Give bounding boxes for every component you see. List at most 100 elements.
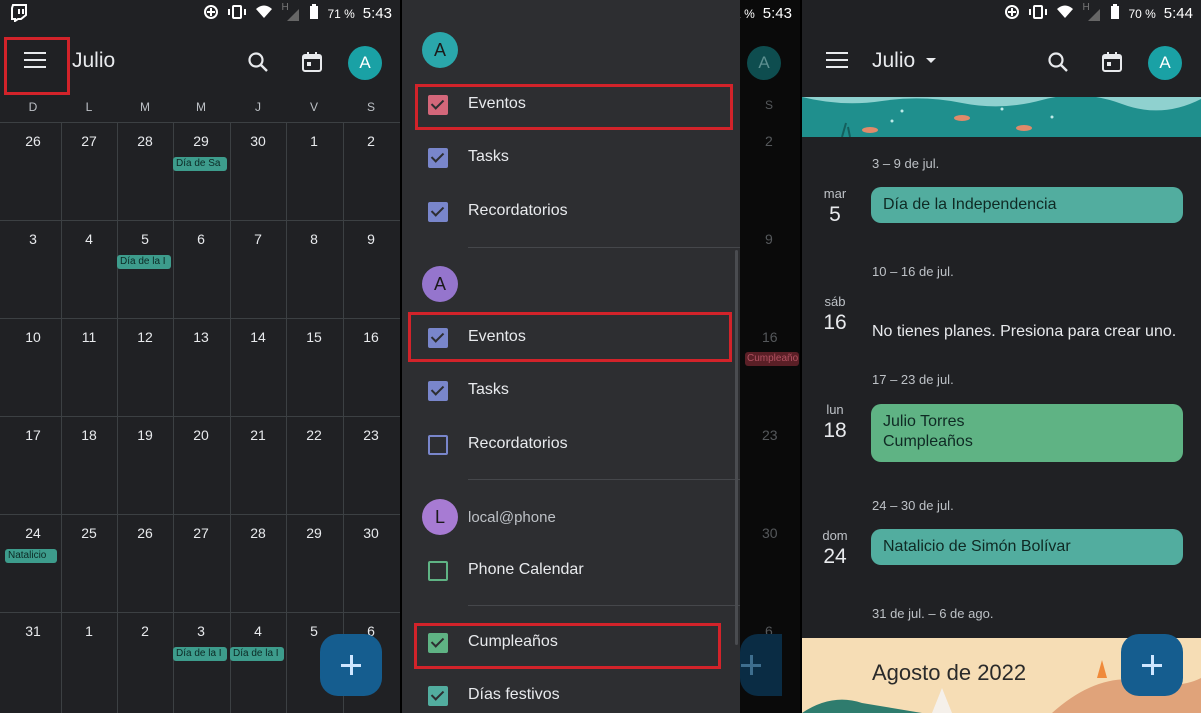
day-cell[interactable]: 11 [61, 329, 117, 345]
day-cell[interactable]: 29 [286, 525, 342, 541]
day-cell[interactable]: 22 [286, 427, 342, 443]
day-cell[interactable]: 26 [5, 133, 61, 149]
day-cell[interactable]: 17 [5, 427, 61, 443]
event-chip[interactable]: Día de la I [230, 647, 284, 661]
event-card[interactable]: Día de la Independencia [871, 187, 1183, 223]
day-cell[interactable]: 4 [61, 231, 117, 247]
day-cell[interactable]: 27 [173, 525, 229, 541]
no-plans-prompt[interactable]: No tienes planes. Presiona para crear un… [872, 323, 1176, 341]
account-avatar[interactable]: A [1148, 46, 1182, 80]
search-icon[interactable] [247, 51, 269, 73]
day-cell[interactable]: 6 [173, 231, 229, 247]
account-avatar[interactable]: L [422, 499, 458, 535]
day-cell[interactable]: 14 [230, 329, 286, 345]
event-card[interactable]: Natalicio de Simón Bolívar [871, 529, 1183, 565]
day-label[interactable]: lun 18 [812, 402, 858, 443]
checkbox[interactable] [428, 202, 448, 222]
day-label[interactable]: mar 5 [812, 186, 858, 227]
event-chip[interactable]: Día de la I [173, 647, 227, 661]
day-cell[interactable]: 24 [5, 525, 61, 541]
checkbox[interactable] [428, 148, 448, 168]
day-cell[interactable]: 2 [343, 133, 399, 149]
day-cell[interactable]: 5 [117, 231, 173, 247]
week-header: 3 – 9 de jul. [872, 156, 940, 171]
day-label[interactable]: dom 24 [812, 528, 858, 569]
day-number-dimmed: 30 [762, 525, 778, 541]
day-cell[interactable]: 18 [61, 427, 117, 443]
month-title[interactable]: Julio [72, 49, 115, 73]
day-cell[interactable]: 3 [173, 623, 229, 639]
event-chip[interactable]: Día de Sa [173, 157, 227, 171]
day-cell[interactable]: 23 [343, 427, 399, 443]
event-card[interactable]: Julio Torres Cumpleaños [871, 404, 1183, 462]
cell-signal-icon: H [281, 2, 301, 22]
scrim-overlay[interactable]: A S 2 9 16 Cumpleaño 23 30 6 [740, 0, 800, 713]
calendar-item-phone-calendar[interactable]: Phone Calendar [428, 559, 728, 585]
account-avatar[interactable]: A [422, 32, 458, 68]
week-header: 10 – 16 de jul. [872, 264, 954, 279]
day-cell[interactable]: 8 [286, 231, 342, 247]
day-cell[interactable]: 7 [230, 231, 286, 247]
checkbox[interactable] [428, 561, 448, 581]
scrollbar[interactable] [735, 250, 738, 645]
calendar-item-dias-festivos[interactable]: Días festivos [428, 684, 728, 710]
month-title[interactable]: Julio [872, 49, 937, 73]
day-cell[interactable]: 2 [117, 623, 173, 639]
day-cell[interactable]: 9 [343, 231, 399, 247]
schedule-panel: H 70 % 5:44 Julio A 3 – 9 de jul. mar 5 … [802, 0, 1201, 713]
day-cell[interactable]: 15 [286, 329, 342, 345]
account-email: local@phone [468, 509, 556, 526]
account-avatar[interactable]: A [348, 46, 382, 80]
event-chip[interactable]: Natalicio [5, 549, 57, 563]
day-cell[interactable]: 10 [5, 329, 61, 345]
day-name: sáb [824, 294, 846, 309]
day-cell[interactable]: 30 [343, 525, 399, 541]
day-cell[interactable]: 19 [117, 427, 173, 443]
checkbox[interactable] [428, 381, 448, 401]
day-number: 18 [823, 419, 847, 442]
day-cell[interactable]: 13 [173, 329, 229, 345]
event-chip[interactable]: Día de la I [117, 255, 171, 269]
calendar-item-tasks[interactable]: Tasks [428, 146, 728, 172]
calendar-item-recordatorios[interactable]: Recordatorios [428, 433, 728, 459]
day-cell[interactable]: 26 [117, 525, 173, 541]
day-cell[interactable]: 21 [230, 427, 286, 443]
checkbox[interactable] [428, 435, 448, 455]
event-chip-dimmed: Cumpleaño [745, 352, 799, 366]
calendar-today-icon[interactable] [1102, 52, 1122, 72]
day-cell[interactable]: 4 [230, 623, 286, 639]
day-cell[interactable]: 12 [117, 329, 173, 345]
divider [468, 247, 740, 248]
day-cell[interactable]: 29 [173, 133, 229, 149]
day-cell[interactable]: 3 [5, 231, 61, 247]
checkbox[interactable] [428, 686, 448, 706]
day-cell[interactable]: 1 [286, 133, 342, 149]
day-cell[interactable]: 20 [173, 427, 229, 443]
day-number-dimmed: 23 [762, 427, 778, 443]
day-label[interactable]: sáb 16 [812, 294, 858, 335]
wifi-icon [1056, 5, 1074, 22]
clock: 5:44 [1163, 5, 1193, 22]
clock: 5:43 [762, 5, 792, 22]
day-cell[interactable]: 1 [61, 623, 117, 639]
grid-line [0, 220, 400, 221]
day-cell[interactable]: 28 [230, 525, 286, 541]
day-cell[interactable]: 27 [61, 133, 117, 149]
vibrate-icon [1028, 4, 1048, 23]
day-cell[interactable]: 16 [343, 329, 399, 345]
month-title-label: Julio [872, 49, 916, 72]
weekday-label: D [28, 100, 38, 114]
create-event-button[interactable] [1121, 634, 1183, 696]
create-event-button[interactable] [320, 634, 382, 696]
calendar-item-tasks[interactable]: Tasks [428, 379, 728, 405]
day-cell[interactable]: 25 [61, 525, 117, 541]
calendar-today-icon[interactable] [302, 52, 322, 72]
calendar-item-recordatorios[interactable]: Recordatorios [428, 200, 728, 226]
menu-icon[interactable] [826, 52, 848, 68]
day-cell[interactable]: 28 [117, 133, 173, 149]
search-icon[interactable] [1047, 51, 1069, 73]
highlight-box [414, 623, 721, 669]
account-avatar[interactable]: A [422, 266, 458, 302]
day-cell[interactable]: 30 [230, 133, 286, 149]
day-cell[interactable]: 31 [5, 623, 61, 639]
